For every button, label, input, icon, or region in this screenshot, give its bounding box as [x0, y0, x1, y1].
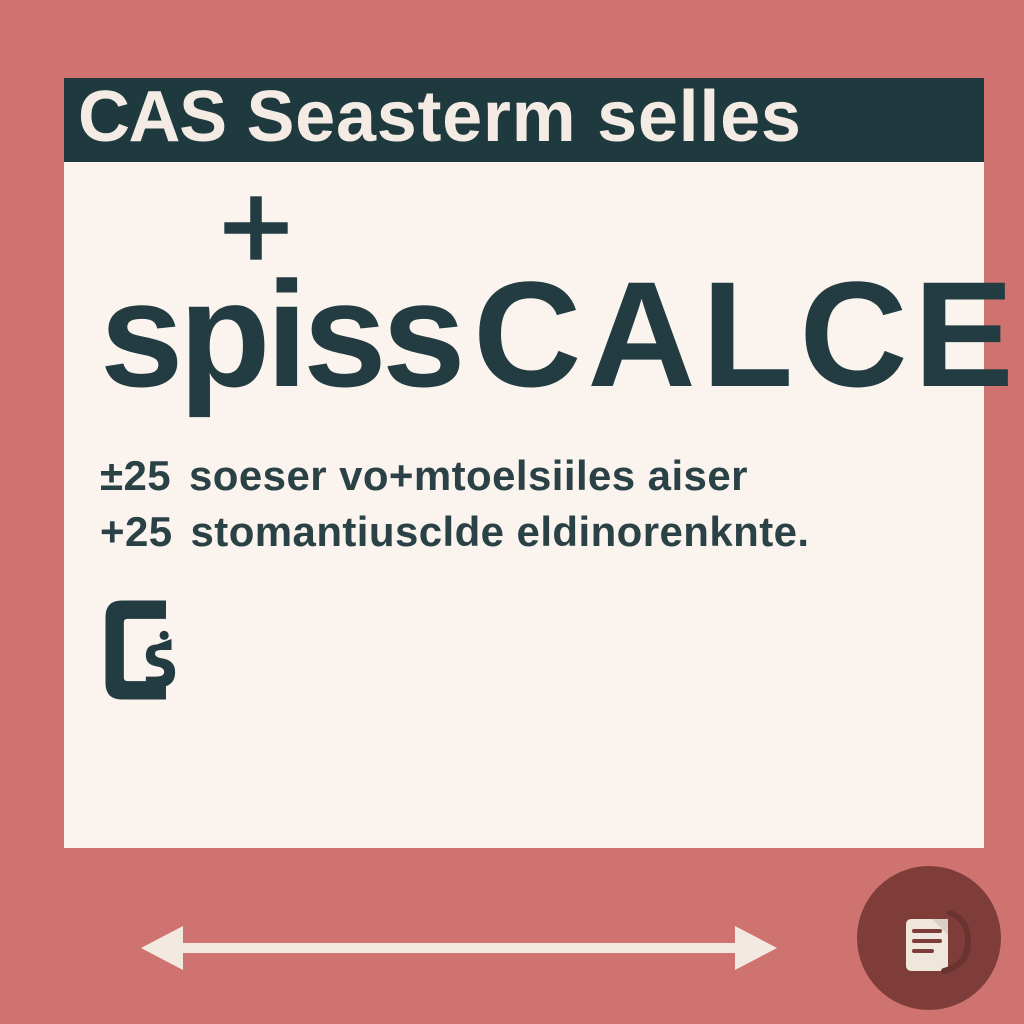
line1-text: soeser vo+mtoelsiiles aiser — [189, 448, 748, 505]
hero-row: spiss CALCEI — [100, 267, 948, 402]
header-lead: CAS — [78, 78, 226, 157]
info-card: CAS Seasterm selles spiss CALCEI ±25 soe… — [64, 78, 984, 848]
double-arrow-icon — [64, 918, 854, 978]
line2-text: stomantiusclde eldinorenknte. — [191, 504, 810, 561]
line1-code: ±25 — [100, 448, 171, 505]
detail-line-2: +25 stomantiusclde eldinorenknte. — [100, 504, 948, 561]
card-body: spiss CALCEI ±25 soeser vo+mtoelsiiles a… — [64, 162, 984, 710]
hero-word-left: spiss — [100, 267, 461, 402]
card-header: CAS Seasterm selles — [64, 78, 984, 162]
footer — [64, 888, 984, 1008]
badge-button[interactable] — [854, 863, 1004, 1013]
detail-line-1: ±25 soeser vo+mtoelsiiles aiser — [100, 448, 948, 505]
hero-word-right: CALCEI — [473, 267, 1024, 402]
line2-code: +25 — [100, 504, 173, 561]
header-rest-text: Seasterm selles — [246, 78, 801, 157]
detail-lines: ±25 soeser vo+mtoelsiiles aiser +25 stom… — [100, 448, 948, 561]
cs-monogram — [100, 595, 210, 705]
